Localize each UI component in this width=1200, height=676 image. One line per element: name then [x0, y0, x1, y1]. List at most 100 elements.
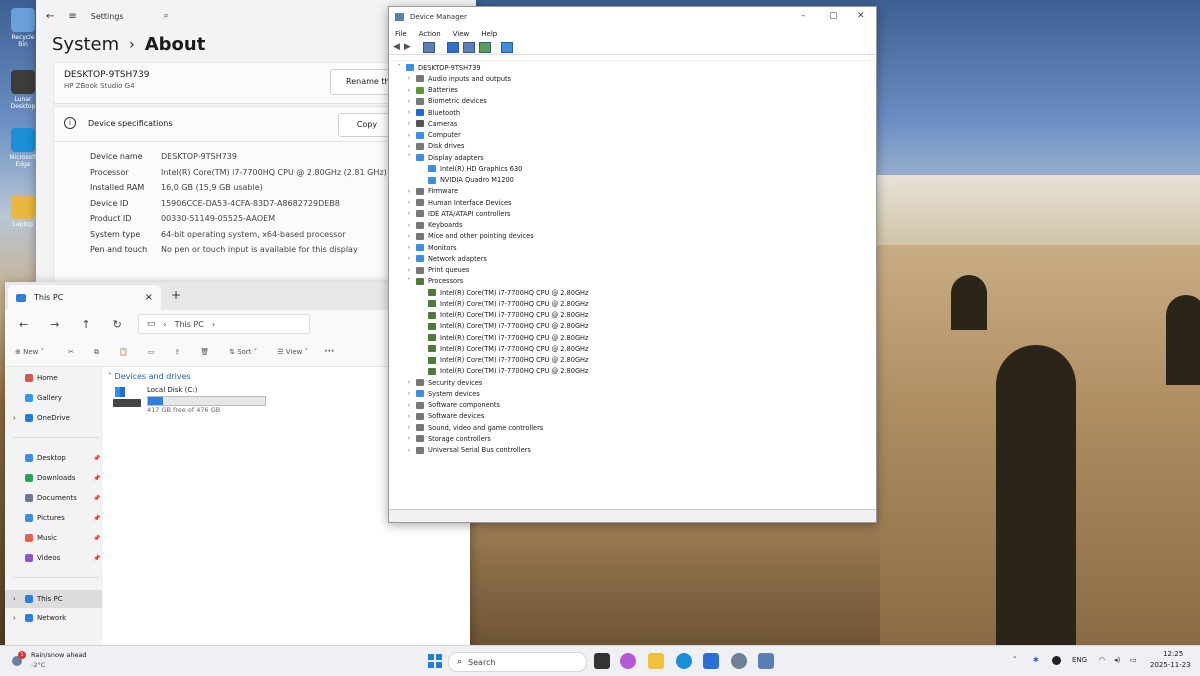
monitor-icon[interactable] — [500, 41, 513, 53]
device-item[interactable]: Intel(R) Core(TM) i7-7700HQ CPU @ 2.80GH… — [417, 332, 588, 343]
device-category[interactable]: › Security devices — [405, 377, 482, 388]
device-category[interactable]: › Software components — [405, 400, 500, 411]
clock-date[interactable]: 2025-11-23 — [1150, 661, 1191, 669]
chevron-right-icon[interactable]: › — [405, 435, 413, 442]
more-button[interactable]: ··· — [324, 347, 334, 357]
new-button[interactable]: ⊕ New ˅ — [15, 348, 44, 356]
breadcrumb-system[interactable]: System — [52, 34, 119, 55]
spec-header[interactable]: i Device specifications — [64, 117, 173, 129]
device-category[interactable]: › System devices — [405, 388, 480, 399]
view-button[interactable]: ☰ View ˅ — [277, 348, 308, 356]
share-icon[interactable]: ⇪ — [174, 348, 180, 356]
chevron-right-icon[interactable]: › — [405, 447, 413, 454]
menu-item-view[interactable]: View — [453, 30, 470, 38]
chevron-right-icon[interactable]: › — [405, 267, 413, 274]
task-view-icon[interactable] — [594, 653, 610, 669]
edge-icon[interactable] — [676, 653, 692, 669]
sidebar-item[interactable]: Documents — [25, 494, 77, 502]
chevron-right-icon[interactable]: › — [405, 75, 413, 82]
device-category[interactable]: › Sound, video and game controllers — [405, 422, 543, 433]
sidebar-item[interactable]: › OneDrive — [13, 414, 70, 422]
device-category[interactable]: › Keyboards — [405, 220, 463, 231]
device-category[interactable]: › Monitors — [405, 242, 457, 253]
close-button[interactable]: ✕ — [857, 11, 865, 21]
chevron-down-icon[interactable]: ˅ — [405, 278, 413, 285]
copy-icon[interactable]: ⧉ — [94, 348, 99, 357]
cut-icon[interactable]: ✂ — [68, 348, 74, 356]
start-icon[interactable] — [427, 653, 443, 669]
language-indicator[interactable]: ENG — [1072, 656, 1087, 664]
refresh-icon[interactable]: ↻ — [113, 318, 122, 331]
device-category[interactable]: › Audio inputs and outputs — [405, 73, 511, 84]
back-icon[interactable]: ← — [19, 318, 28, 331]
menu-item-file[interactable]: File — [395, 30, 407, 38]
app-tray-icon[interactable] — [1052, 656, 1061, 665]
clock-time[interactable]: 12:25 — [1163, 650, 1183, 658]
weather-widget[interactable]: 1 Rain/snow ahead -2°C — [10, 650, 100, 672]
device-category[interactable]: › Firmware — [405, 186, 458, 197]
device-category[interactable]: › Print queues — [405, 265, 470, 276]
desktop-icon-item[interactable]: Microsoft Edge — [6, 128, 40, 168]
device-category[interactable]: › Network adapters — [405, 253, 487, 264]
chevron-right-icon[interactable]: › — [405, 222, 413, 229]
device-item[interactable]: Intel(R) HD Graphics 630 — [417, 163, 522, 174]
bluetooth-icon[interactable]: ✱ — [1033, 656, 1039, 664]
sidebar-item[interactable]: Videos — [25, 554, 60, 562]
maximize-button[interactable]: ▢ — [829, 11, 838, 21]
up-icon[interactable]: ↑ — [81, 318, 90, 331]
forward-icon[interactable]: → — [50, 318, 59, 331]
device-category[interactable]: › Cameras — [405, 118, 458, 129]
chevron-right-icon[interactable]: › — [405, 87, 413, 94]
desktop-icon-item[interactable]: Lunar Desktop — [6, 70, 40, 110]
sidebar-item[interactable]: Home — [25, 374, 58, 382]
device-category[interactable]: › Storage controllers — [405, 433, 491, 444]
devices-section-header[interactable]: ˅ Devices and drives — [108, 372, 191, 381]
menu-item-help[interactable]: Help — [481, 30, 497, 38]
delete-icon[interactable]: 🗑 — [200, 348, 209, 356]
rename-icon[interactable]: ▭ — [148, 348, 155, 356]
device-category[interactable]: › Human Interface Devices — [405, 197, 512, 208]
device-item[interactable]: Intel(R) Core(TM) i7-7700HQ CPU @ 2.80GH… — [417, 343, 588, 354]
chevron-right-icon[interactable]: › — [405, 210, 413, 217]
sidebar-item[interactable]: Pictures — [25, 514, 65, 522]
sidebar-item[interactable]: Gallery — [25, 394, 62, 402]
help-icon[interactable] — [446, 41, 459, 53]
new-tab-button[interactable]: + — [171, 288, 181, 302]
tab-this-pc[interactable]: This PC × — [8, 285, 161, 310]
device-item[interactable]: Intel(R) Core(TM) i7-7700HQ CPU @ 2.80GH… — [417, 310, 588, 321]
device-category[interactable]: › Computer — [405, 130, 461, 141]
local-disk-item[interactable]: Local Disk (C:) 417 GB free of 476 GB — [113, 385, 273, 414]
chevron-right-icon[interactable]: › — [13, 595, 16, 603]
address-bar[interactable]: ▭ › This PC › — [137, 314, 310, 334]
sidebar-item[interactable]: › Network — [13, 614, 66, 622]
chevron-right-icon[interactable]: › — [405, 255, 413, 262]
desktop-icon-item[interactable]: Laptop — [6, 195, 40, 228]
chevron-right-icon[interactable]: › — [405, 132, 413, 139]
paste-icon[interactable]: 📋 — [119, 348, 128, 356]
device-item[interactable]: NVIDIA Quadro M1200 — [417, 175, 514, 186]
chevron-right-icon[interactable]: › — [13, 614, 16, 622]
settings-icon[interactable] — [731, 653, 747, 669]
device-category[interactable]: › Disk drives — [405, 141, 465, 152]
chevron-right-icon[interactable]: › — [405, 233, 413, 240]
chevron-right-icon[interactable]: › — [13, 414, 16, 422]
chevron-down-icon[interactable]: ˅ — [395, 64, 403, 71]
sidebar-item[interactable]: Downloads — [25, 474, 75, 482]
chevron-down-icon[interactable]: ˅ — [405, 154, 413, 161]
device-category[interactable]: › Software devices — [405, 411, 484, 422]
close-tab-icon[interactable]: × — [145, 292, 153, 303]
device-item[interactable]: Intel(R) Core(TM) i7-7700HQ CPU @ 2.80GH… — [417, 321, 588, 332]
chevron-right-icon[interactable]: › — [405, 109, 413, 116]
desktop-icon-item[interactable]: Recycle Bin — [6, 8, 40, 48]
properties-icon[interactable] — [422, 41, 435, 53]
store-icon[interactable] — [703, 653, 719, 669]
chevron-right-icon[interactable]: › — [405, 98, 413, 105]
device-manager-icon[interactable] — [758, 653, 774, 669]
menu-icon[interactable]: ≡ — [68, 11, 76, 22]
device-item[interactable]: Intel(R) Core(TM) i7-7700HQ CPU @ 2.80GH… — [417, 287, 588, 298]
menu-item-action[interactable]: Action — [419, 30, 441, 38]
chevron-right-icon[interactable]: › — [405, 188, 413, 195]
file-explorer-icon[interactable] — [648, 653, 664, 669]
chevron-right-icon[interactable]: › — [405, 402, 413, 409]
device-item[interactable]: Intel(R) Core(TM) i7-7700HQ CPU @ 2.80GH… — [417, 366, 588, 377]
